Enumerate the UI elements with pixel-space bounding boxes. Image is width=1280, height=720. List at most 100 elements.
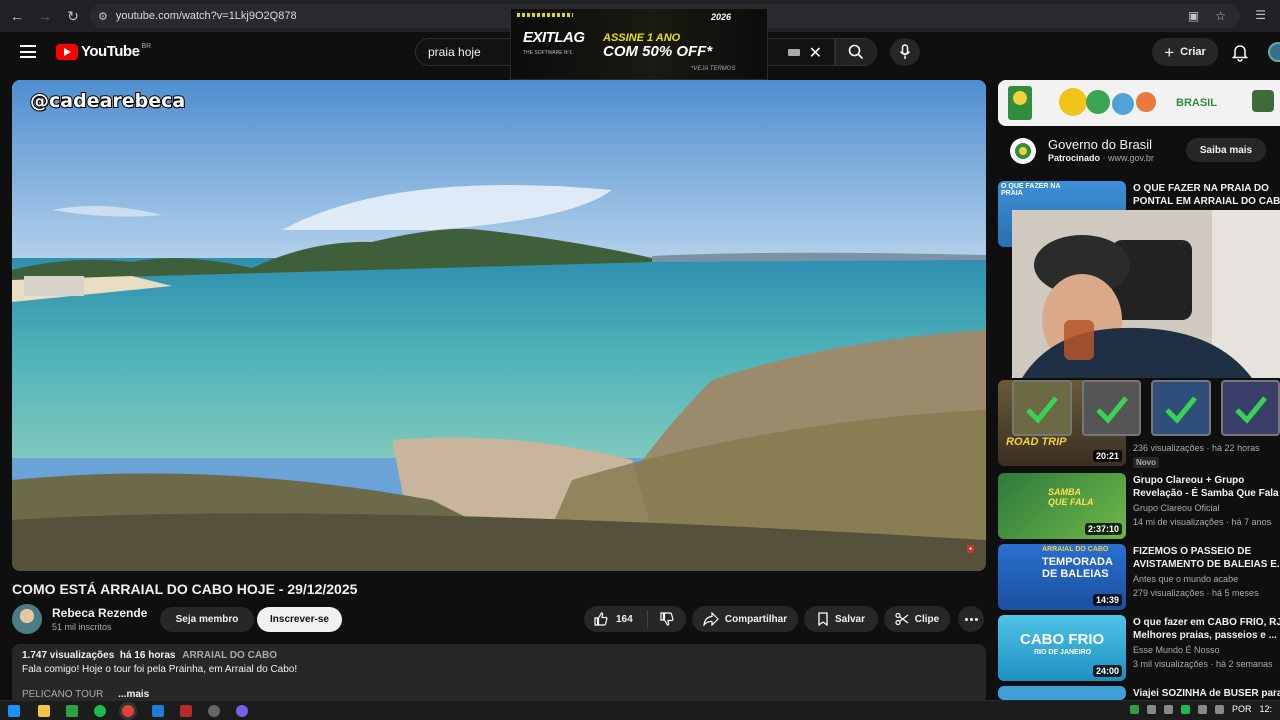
voice-search-button[interactable]: [890, 38, 920, 66]
exitlag-ad-banner[interactable]: 2026 EXITLAG THE SOFTWARE Nº1 ASSINE 1 A…: [510, 8, 768, 80]
share-label: Compartilhar: [724, 613, 788, 625]
clock[interactable]: 12:: [1259, 704, 1272, 714]
video-thumbnail[interactable]: SAMBA QUE FALA 2:37:10: [998, 473, 1126, 539]
create-button[interactable]: + Criar: [1152, 38, 1218, 66]
spotify-icon[interactable]: [94, 705, 106, 717]
video-title: COMO ESTÁ ARRAIAL DO CABO HOJE - 29/12/2…: [12, 581, 358, 597]
ad-year: 2026: [711, 12, 732, 22]
description-box[interactable]: 1.747 visualizações há 16 horas ARRAIAL …: [12, 644, 986, 704]
channel-name[interactable]: Esse Mundo É Nosso: [1133, 645, 1220, 655]
thumbnail-subtext: ARRAIAL DO CABO: [1042, 546, 1109, 553]
sponsored-card[interactable]: BRASIL Governo do Brasil Patrocinado · w…: [998, 80, 1280, 172]
menu-icon[interactable]: [20, 45, 36, 58]
system-tray: POR 12:: [1129, 704, 1272, 714]
tray-app-icon[interactable]: [1163, 704, 1173, 714]
microphone-icon: [899, 44, 911, 59]
video-title-line: Grupo Clareou + Grupo: [1133, 475, 1245, 486]
checkmark-icon: [1081, 380, 1141, 436]
youtube-logo[interactable]: YouTube BR: [56, 43, 151, 60]
back-button[interactable]: ←: [6, 5, 28, 27]
thumbs-up-icon: [594, 612, 608, 626]
reload-button[interactable]: ↻: [62, 5, 84, 27]
video-stats: 3 mil visualizações · há 2 semanas: [1133, 659, 1273, 669]
account-avatar[interactable]: [1268, 42, 1280, 62]
recommended-video[interactable]: CABO FRIO RIO DE JANEIRO 24:00 O que faz…: [998, 615, 1280, 681]
ad-brand: EXITLAG: [523, 29, 585, 46]
input-language[interactable]: POR: [1232, 704, 1252, 714]
gov-br-logo: [1010, 138, 1036, 164]
sponsored-meta: Patrocinado · www.gov.br: [1048, 153, 1154, 163]
webcam-overlay: [1012, 210, 1280, 378]
bookmark-star-icon[interactable]: ☆: [1215, 9, 1226, 23]
site-info-icon[interactable]: ⚙: [98, 10, 108, 23]
clear-search-icon[interactable]: ✕: [809, 43, 822, 63]
video-title-line: O QUE FAZER NA PRAIA DO: [1133, 183, 1269, 194]
notifications-bell-icon[interactable]: [1230, 42, 1250, 62]
windows-taskbar: POR 12:: [0, 700, 1280, 720]
chrome-icon[interactable]: [122, 705, 134, 717]
recommended-video[interactable]: Viajei SOZINHA de BUSER para: [998, 686, 1280, 700]
like-button[interactable]: 164: [584, 610, 648, 628]
keyboard-icon[interactable]: [788, 49, 800, 56]
video-thumbnail[interactable]: ARRAIAL DO CABO TEMPORADA DE BALEIAS 14:…: [998, 544, 1126, 610]
join-button[interactable]: Seja membro: [160, 607, 254, 632]
show-more-link[interactable]: ...mais: [118, 689, 149, 700]
media-app-icon[interactable]: [180, 705, 192, 717]
edge-icon[interactable]: [152, 705, 164, 717]
video-title-line: O que fazer em CABO FRIO, RJ: [1133, 617, 1280, 628]
search-icon: [848, 44, 864, 60]
more-actions-button[interactable]: [958, 606, 984, 632]
discord-icon[interactable]: [236, 705, 248, 717]
xbox-icon[interactable]: [66, 705, 78, 717]
country-code: BR: [141, 43, 152, 50]
channel-name[interactable]: Rebeca Rezende: [52, 606, 147, 620]
video-duration: 2:37:10: [1084, 523, 1122, 535]
save-label: Salvar: [834, 613, 866, 625]
ad-brand-tagline: THE SOFTWARE Nº1: [523, 50, 573, 56]
network-icon[interactable]: [1214, 704, 1224, 714]
video-stats: 236 visualizações · há 22 horas: [1133, 443, 1260, 453]
video-title-line: PONTAL EM ARRAIAL DO CAB: [1133, 196, 1280, 207]
thumbnail-text: TEMPORADA DE BALEIAS: [1042, 556, 1113, 580]
reading-list-icon[interactable]: ☰: [1255, 8, 1266, 22]
search-input[interactable]: [428, 45, 518, 59]
share-arrow-icon: [703, 612, 719, 626]
channel-badge: ●: [966, 545, 974, 553]
sponsored-advertiser[interactable]: Governo do Brasil: [1048, 137, 1152, 152]
subscribe-button[interactable]: Inscrever-se: [257, 607, 342, 632]
video-duration: 20:21: [1092, 450, 1122, 462]
windows-start-icon[interactable]: [8, 705, 20, 717]
video-player[interactable]: @cadearebeca ●: [12, 80, 986, 571]
tray-app-icon[interactable]: [1180, 704, 1190, 714]
like-count: 164: [616, 613, 633, 625]
file-explorer-icon[interactable]: [38, 705, 50, 717]
video-stats: 279 visualizações · há 5 meses: [1133, 588, 1259, 598]
tray-app-icon[interactable]: [1146, 704, 1156, 714]
bookmark-icon: [818, 612, 828, 626]
channel-avatar[interactable]: [12, 604, 42, 634]
cast-icon[interactable]: ▣: [1188, 9, 1199, 23]
clip-button[interactable]: Clipe: [884, 606, 950, 632]
volume-icon[interactable]: [1197, 704, 1207, 714]
channel-name[interactable]: Grupo Clareou Oficial: [1133, 503, 1220, 513]
thumbnail-text: SAMBA QUE FALA: [1048, 487, 1094, 507]
forward-button[interactable]: →: [34, 5, 56, 27]
recommended-video[interactable]: SAMBA QUE FALA 2:37:10 Grupo Clareou + G…: [998, 473, 1280, 539]
video-thumbnail[interactable]: CABO FRIO RIO DE JANEIRO 24:00: [998, 615, 1126, 681]
video-thumbnail[interactable]: [998, 686, 1126, 700]
upload-age: há 16 horas: [119, 650, 176, 661]
video-duration: 14:39: [1092, 594, 1122, 606]
learn-more-button[interactable]: Saiba mais: [1186, 138, 1266, 162]
save-button[interactable]: Salvar: [804, 606, 878, 632]
dislike-button[interactable]: [648, 612, 686, 626]
new-badge: Novo: [1133, 457, 1159, 468]
channel-name[interactable]: Antes que o mundo acabe: [1133, 574, 1238, 584]
ad-terms: *VEJA TERMOS: [691, 66, 736, 72]
description-hashtag[interactable]: ARRAIAL DO CABO: [182, 650, 277, 661]
search-button[interactable]: [835, 38, 877, 66]
share-button[interactable]: Compartilhar: [692, 606, 798, 632]
ad-decoration: [517, 13, 573, 17]
tray-app-icon[interactable]: [1129, 704, 1139, 714]
settings-app-icon[interactable]: [208, 705, 220, 717]
recommended-video[interactable]: ARRAIAL DO CABO TEMPORADA DE BALEIAS 14:…: [998, 544, 1280, 610]
